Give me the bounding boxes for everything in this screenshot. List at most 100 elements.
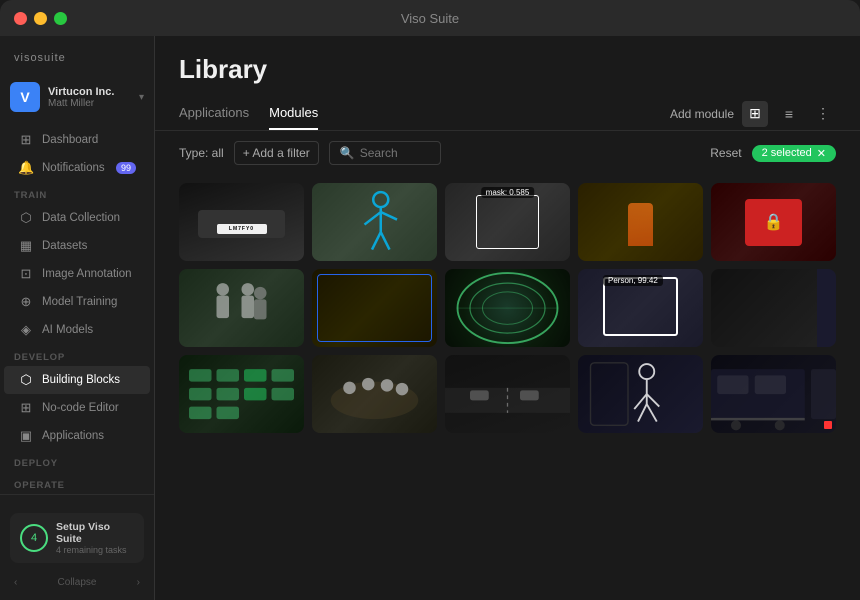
sidebar-item-notifications[interactable]: 🔔 Notifications 99 bbox=[4, 154, 150, 182]
worker-vest bbox=[628, 203, 653, 246]
sidebar-item-label: Data Collection bbox=[42, 212, 120, 224]
meeting-svg bbox=[312, 355, 437, 433]
search-icon: 🔍 bbox=[340, 146, 355, 160]
window-controls bbox=[14, 12, 67, 25]
reset-button[interactable]: Reset bbox=[710, 146, 741, 160]
grid-item-11[interactable] bbox=[179, 355, 304, 433]
setup-subtitle: 4 remaining tasks bbox=[56, 545, 134, 555]
parking-svg bbox=[179, 355, 304, 433]
collapse-right-icon: › bbox=[137, 577, 140, 588]
sidebar-logo: visosuite bbox=[0, 48, 154, 76]
list-icon: ≡ bbox=[785, 106, 793, 122]
grid-item-6[interactable] bbox=[179, 269, 304, 347]
setup-card[interactable]: 4 Setup Viso Suite 4 remaining tasks bbox=[10, 513, 144, 563]
ai-models-icon: ◈ bbox=[18, 322, 34, 338]
sidebar-item-applications[interactable]: ▣ Applications bbox=[4, 422, 150, 450]
search-bar[interactable]: 🔍 bbox=[329, 141, 441, 165]
thumbnail-grid: LM7FY0 mask: 0.585 bbox=[179, 183, 836, 433]
sidebar-item-model-training[interactable]: ⊕ Model Training bbox=[4, 288, 150, 316]
sidebar-item-ai-models[interactable]: ◈ AI Models bbox=[4, 316, 150, 344]
people-svg bbox=[179, 269, 304, 347]
grid-item-9[interactable]: Person, 99.42 bbox=[578, 269, 703, 347]
grid-item-4[interactable] bbox=[578, 183, 703, 261]
tab-modules[interactable]: Modules bbox=[269, 97, 318, 130]
tab-applications[interactable]: Applications bbox=[179, 97, 249, 130]
collapse-bar[interactable]: ‹ Collapse › bbox=[0, 571, 154, 594]
alert-indicator bbox=[824, 421, 832, 429]
person-walk-svg bbox=[578, 355, 703, 433]
grid-item-1[interactable]: LM7FY0 bbox=[179, 183, 304, 261]
annotation-icon: ⊡ bbox=[18, 266, 34, 282]
grid-item-3[interactable]: mask: 0.585 bbox=[445, 183, 570, 261]
list-view-button[interactable]: ≡ bbox=[776, 101, 802, 127]
grid-container: LM7FY0 mask: 0.585 bbox=[155, 175, 860, 600]
license-plate: LM7FY0 bbox=[217, 224, 267, 233]
avatar: V bbox=[10, 82, 40, 112]
titlebar: Viso Suite bbox=[0, 0, 860, 36]
sidebar-item-image-annotation[interactable]: ⊡ Image Annotation bbox=[4, 260, 150, 288]
grid-item-10[interactable] bbox=[711, 269, 836, 347]
grid-view-button[interactable]: ⊞ bbox=[742, 101, 768, 127]
grid-item-2[interactable] bbox=[312, 183, 437, 261]
sidebar-item-datasets[interactable]: ▦ Datasets bbox=[4, 232, 150, 260]
sidebar-item-data-collection[interactable]: ⬡ Data Collection bbox=[4, 204, 150, 232]
more-options-button[interactable]: ⋮ bbox=[810, 101, 836, 127]
sidebar-bottom: 4 Setup Viso Suite 4 remaining tasks ‹ C… bbox=[0, 494, 154, 594]
main-content: Library Applications Modules Add module … bbox=[155, 36, 860, 600]
grid-item-12[interactable] bbox=[312, 355, 437, 433]
search-input[interactable] bbox=[360, 146, 430, 160]
account-section[interactable]: V Virtucon Inc. Matt Miller ▾ bbox=[0, 76, 154, 126]
construction-box bbox=[317, 274, 432, 342]
sidebar-item-label: Notifications bbox=[42, 162, 105, 174]
data-collection-icon: ⬡ bbox=[18, 210, 34, 226]
sidebar-item-building-blocks[interactable]: ⬡ Building Blocks bbox=[4, 366, 150, 394]
section-label-deploy: DEPLOY bbox=[0, 450, 154, 472]
grid-item-8[interactable] bbox=[445, 269, 570, 347]
add-filter-label: + Add a filter bbox=[243, 146, 310, 160]
sidebar-item-label: Datasets bbox=[42, 240, 87, 252]
type-filter-label: Type: all bbox=[179, 146, 224, 160]
setup-info: Setup Viso Suite 4 remaining tasks bbox=[56, 521, 134, 555]
sidebar: visosuite V Virtucon Inc. Matt Miller ▾ … bbox=[0, 36, 155, 600]
ellipsis-icon: ⋮ bbox=[816, 105, 830, 122]
account-company: Virtucon Inc. bbox=[48, 86, 131, 98]
close-button[interactable] bbox=[14, 12, 27, 25]
sidebar-item-label: Building Blocks bbox=[42, 374, 120, 386]
lock-icon: 🔒 bbox=[764, 212, 784, 232]
grid-item-15[interactable] bbox=[711, 355, 836, 433]
filter-left: Type: all + Add a filter 🔍 bbox=[179, 141, 441, 165]
collapse-label: Collapse bbox=[58, 577, 97, 588]
sidebar-item-no-code-editor[interactable]: ⊞ No-code Editor bbox=[4, 394, 150, 422]
add-module-button[interactable]: Add module bbox=[670, 107, 734, 121]
minimize-button[interactable] bbox=[34, 12, 47, 25]
sidebar-item-dashboard[interactable]: ⊞ Dashboard bbox=[4, 126, 150, 154]
section-label-develop: DEVELOP bbox=[0, 344, 154, 366]
sign-shape: 🔒 bbox=[745, 199, 801, 246]
grid-item-5[interactable]: 🔒 bbox=[711, 183, 836, 261]
grid-item-13[interactable] bbox=[445, 355, 570, 433]
selected-badge: 2 selected ✕ bbox=[752, 145, 836, 162]
highway-svg bbox=[445, 355, 570, 433]
filter-bar: Type: all + Add a filter 🔍 Reset 2 selec… bbox=[155, 131, 860, 175]
grid-item-7[interactable] bbox=[312, 269, 437, 347]
train-svg bbox=[711, 355, 836, 433]
grid-item-14[interactable] bbox=[578, 355, 703, 433]
dashboard-icon: ⊞ bbox=[18, 132, 34, 148]
training-icon: ⊕ bbox=[18, 294, 34, 310]
notification-badge: 99 bbox=[116, 162, 136, 174]
chevron-left-icon: ‹ bbox=[14, 577, 17, 588]
page-title: Library bbox=[179, 54, 836, 85]
logo-text: visosuite bbox=[14, 52, 66, 64]
selected-close-icon[interactable]: ✕ bbox=[817, 147, 826, 160]
building-blocks-icon: ⬡ bbox=[18, 372, 34, 388]
skeleton-svg bbox=[312, 183, 437, 261]
sidebar-item-label: Dashboard bbox=[42, 134, 98, 146]
sidebar-item-label: Image Annotation bbox=[42, 268, 132, 280]
setup-title: Setup Viso Suite bbox=[56, 521, 134, 545]
plate-text: LM7FY0 bbox=[229, 226, 254, 232]
maximize-button[interactable] bbox=[54, 12, 67, 25]
datasets-icon: ▦ bbox=[18, 238, 34, 254]
add-filter-button[interactable]: + Add a filter bbox=[234, 141, 319, 165]
section-label-operate: OPERATE bbox=[0, 472, 154, 494]
account-user: Matt Miller bbox=[48, 98, 131, 109]
